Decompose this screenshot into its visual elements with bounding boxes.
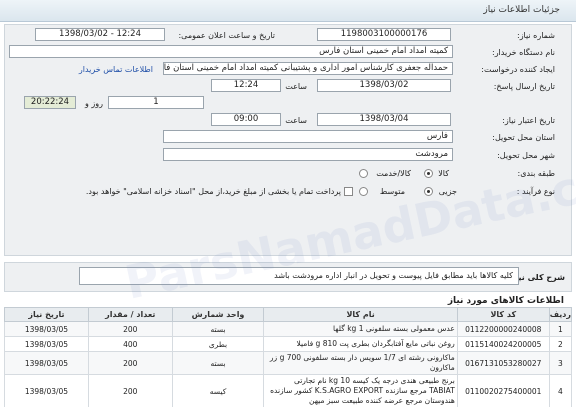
- quantity-cell: 200: [87, 374, 173, 407]
- unit-cell: بسته: [171, 351, 265, 375]
- quantity-cell: 400: [87, 336, 173, 352]
- quantity-cell: 200: [87, 321, 173, 337]
- province-label: استان محل تحویل:: [492, 133, 555, 142]
- announce-label: تاریخ و ساعت اعلان عمومی:: [178, 31, 275, 40]
- remaining-time-field: 20:22:24: [24, 96, 76, 109]
- process-medium-label: متوسط: [379, 187, 405, 196]
- creator-field[interactable]: حمداله جعفری کارشناس امور اداری و پشتیبا…: [163, 62, 453, 75]
- process-partial-label: جزیی: [438, 187, 457, 196]
- type-service-radio[interactable]: [359, 169, 368, 178]
- col-need-date: تاریخ نیاز: [4, 307, 89, 322]
- days-label: روز و: [85, 99, 103, 108]
- announce-field[interactable]: 1398/03/02 - 12:24: [35, 28, 165, 41]
- need-number-label: شماره نیاز:: [517, 31, 555, 40]
- validity-date-label: تاریخ اعتبار نیاز:: [502, 116, 555, 125]
- item-name-cell: برنج طبیعی هندی درجه یک کیسه 10 kg نام ت…: [263, 374, 458, 407]
- goods-section-title: اطلاعات کالاهای مورد نیاز: [447, 296, 564, 306]
- unit-cell: کیسه: [171, 374, 265, 407]
- table-row[interactable]: 3 0167131053280027 ماکارونی رشته ای 1/7 …: [4, 351, 573, 375]
- need-date-cell: 1398/03/05: [4, 321, 89, 337]
- item-code-cell: 0110020275400001: [456, 374, 550, 407]
- table-row[interactable]: 2 0115140024200005 روغن نباتی مایع آفتاب…: [4, 336, 573, 352]
- page-header: جزئیات اطلاعات نیاز: [0, 0, 576, 22]
- type-service-label: کالا/خدمت: [376, 169, 411, 178]
- type-label: طبقه بندی:: [517, 169, 555, 178]
- description-text: کلیه کالاها باید مطابق فایل پیوست و تحوی…: [79, 267, 519, 285]
- item-code-cell: 0112200000240008: [456, 321, 550, 337]
- need-number-field[interactable]: 1198003100000176: [317, 28, 451, 41]
- goods-header-row: ردیف کد کالا نام کالا واحد شمارش تعداد /…: [4, 307, 573, 322]
- table-row[interactable]: 4 0110020275400001 برنج طبیعی هندی درجه …: [4, 374, 573, 407]
- days-remaining-field: 1: [108, 96, 204, 109]
- validity-time-label: ساعت: [285, 116, 307, 125]
- col-item-code: کد کالا: [456, 307, 550, 322]
- unit-cell: بسته: [171, 321, 265, 337]
- need-date-cell: 1398/03/05: [4, 351, 89, 375]
- type-goods-radio[interactable]: [424, 169, 433, 178]
- buyer-label: نام دستگاه خریدار:: [492, 48, 555, 57]
- item-name-cell: ماکارونی رشته ای 1/7 سویس دار بسته سلفون…: [263, 351, 458, 375]
- need-date-cell: 1398/03/05: [4, 336, 89, 352]
- validity-time-field[interactable]: 09:00: [211, 113, 281, 126]
- treasury-payment-text: پرداخت تمام یا بخشی از مبلغ خرید،از محل …: [85, 187, 341, 196]
- item-code-cell: 0115140024200005: [456, 336, 550, 352]
- page-title: جزئیات اطلاعات نیاز: [483, 5, 560, 15]
- need-date-cell: 1398/03/05: [4, 374, 89, 407]
- goods-table: ردیف کد کالا نام کالا واحد شمارش تعداد /…: [4, 307, 573, 407]
- creator-label: ایجاد کننده درخواست:: [481, 65, 555, 74]
- need-details-panel: شماره نیاز: 1198003100000176 تاریخ و ساع…: [4, 24, 572, 256]
- reply-time-field[interactable]: 12:24: [211, 79, 281, 92]
- unit-cell: بطری: [171, 336, 265, 352]
- item-code-cell: 0167131053280027: [456, 351, 550, 375]
- quantity-cell: 200: [87, 351, 173, 375]
- row-number-cell: 4: [548, 374, 573, 407]
- reply-date-field[interactable]: 1398/03/02: [317, 79, 451, 92]
- description-row: شرح کلی نیاز: کلیه کالاها باید مطابق فای…: [4, 262, 572, 292]
- buyer-field[interactable]: کمیته امداد امام خمینی استان فارس: [9, 45, 453, 58]
- validity-date-field[interactable]: 1398/03/04: [317, 113, 451, 126]
- reply-date-label: تاریخ ارسال پاسخ:: [493, 82, 555, 91]
- type-goods-label: کالا: [438, 169, 449, 178]
- process-partial-radio[interactable]: [424, 187, 433, 196]
- city-field[interactable]: مرودشت: [163, 148, 453, 161]
- row-number-cell: 1: [548, 321, 573, 337]
- item-name-cell: روغن نباتی مایع آفتابگردان بطری پت 810 g…: [263, 336, 458, 352]
- col-quantity: تعداد / مقدار: [87, 307, 173, 322]
- treasury-payment-checkbox[interactable]: [344, 187, 353, 196]
- reply-time-label: ساعت: [285, 82, 307, 91]
- buyer-contact-link[interactable]: اطلاعات تماس خریدار: [79, 65, 153, 74]
- process-medium-radio[interactable]: [359, 187, 368, 196]
- table-row[interactable]: 1 0112200000240008 عدس معمولی بسته سلفون…: [4, 321, 573, 337]
- col-row-number: ردیف: [548, 307, 573, 322]
- col-item-name: نام کالا: [263, 307, 458, 322]
- item-name-cell: عدس معمولی بسته سلفونی 1 kg گلها: [263, 321, 458, 337]
- row-number-cell: 2: [548, 336, 573, 352]
- col-unit: واحد شمارش: [171, 307, 265, 322]
- city-label: شهر محل تحویل:: [497, 151, 555, 160]
- row-number-cell: 3: [548, 351, 573, 375]
- process-label: نوع فرآیند :: [516, 187, 555, 196]
- province-field[interactable]: فارس: [163, 130, 453, 143]
